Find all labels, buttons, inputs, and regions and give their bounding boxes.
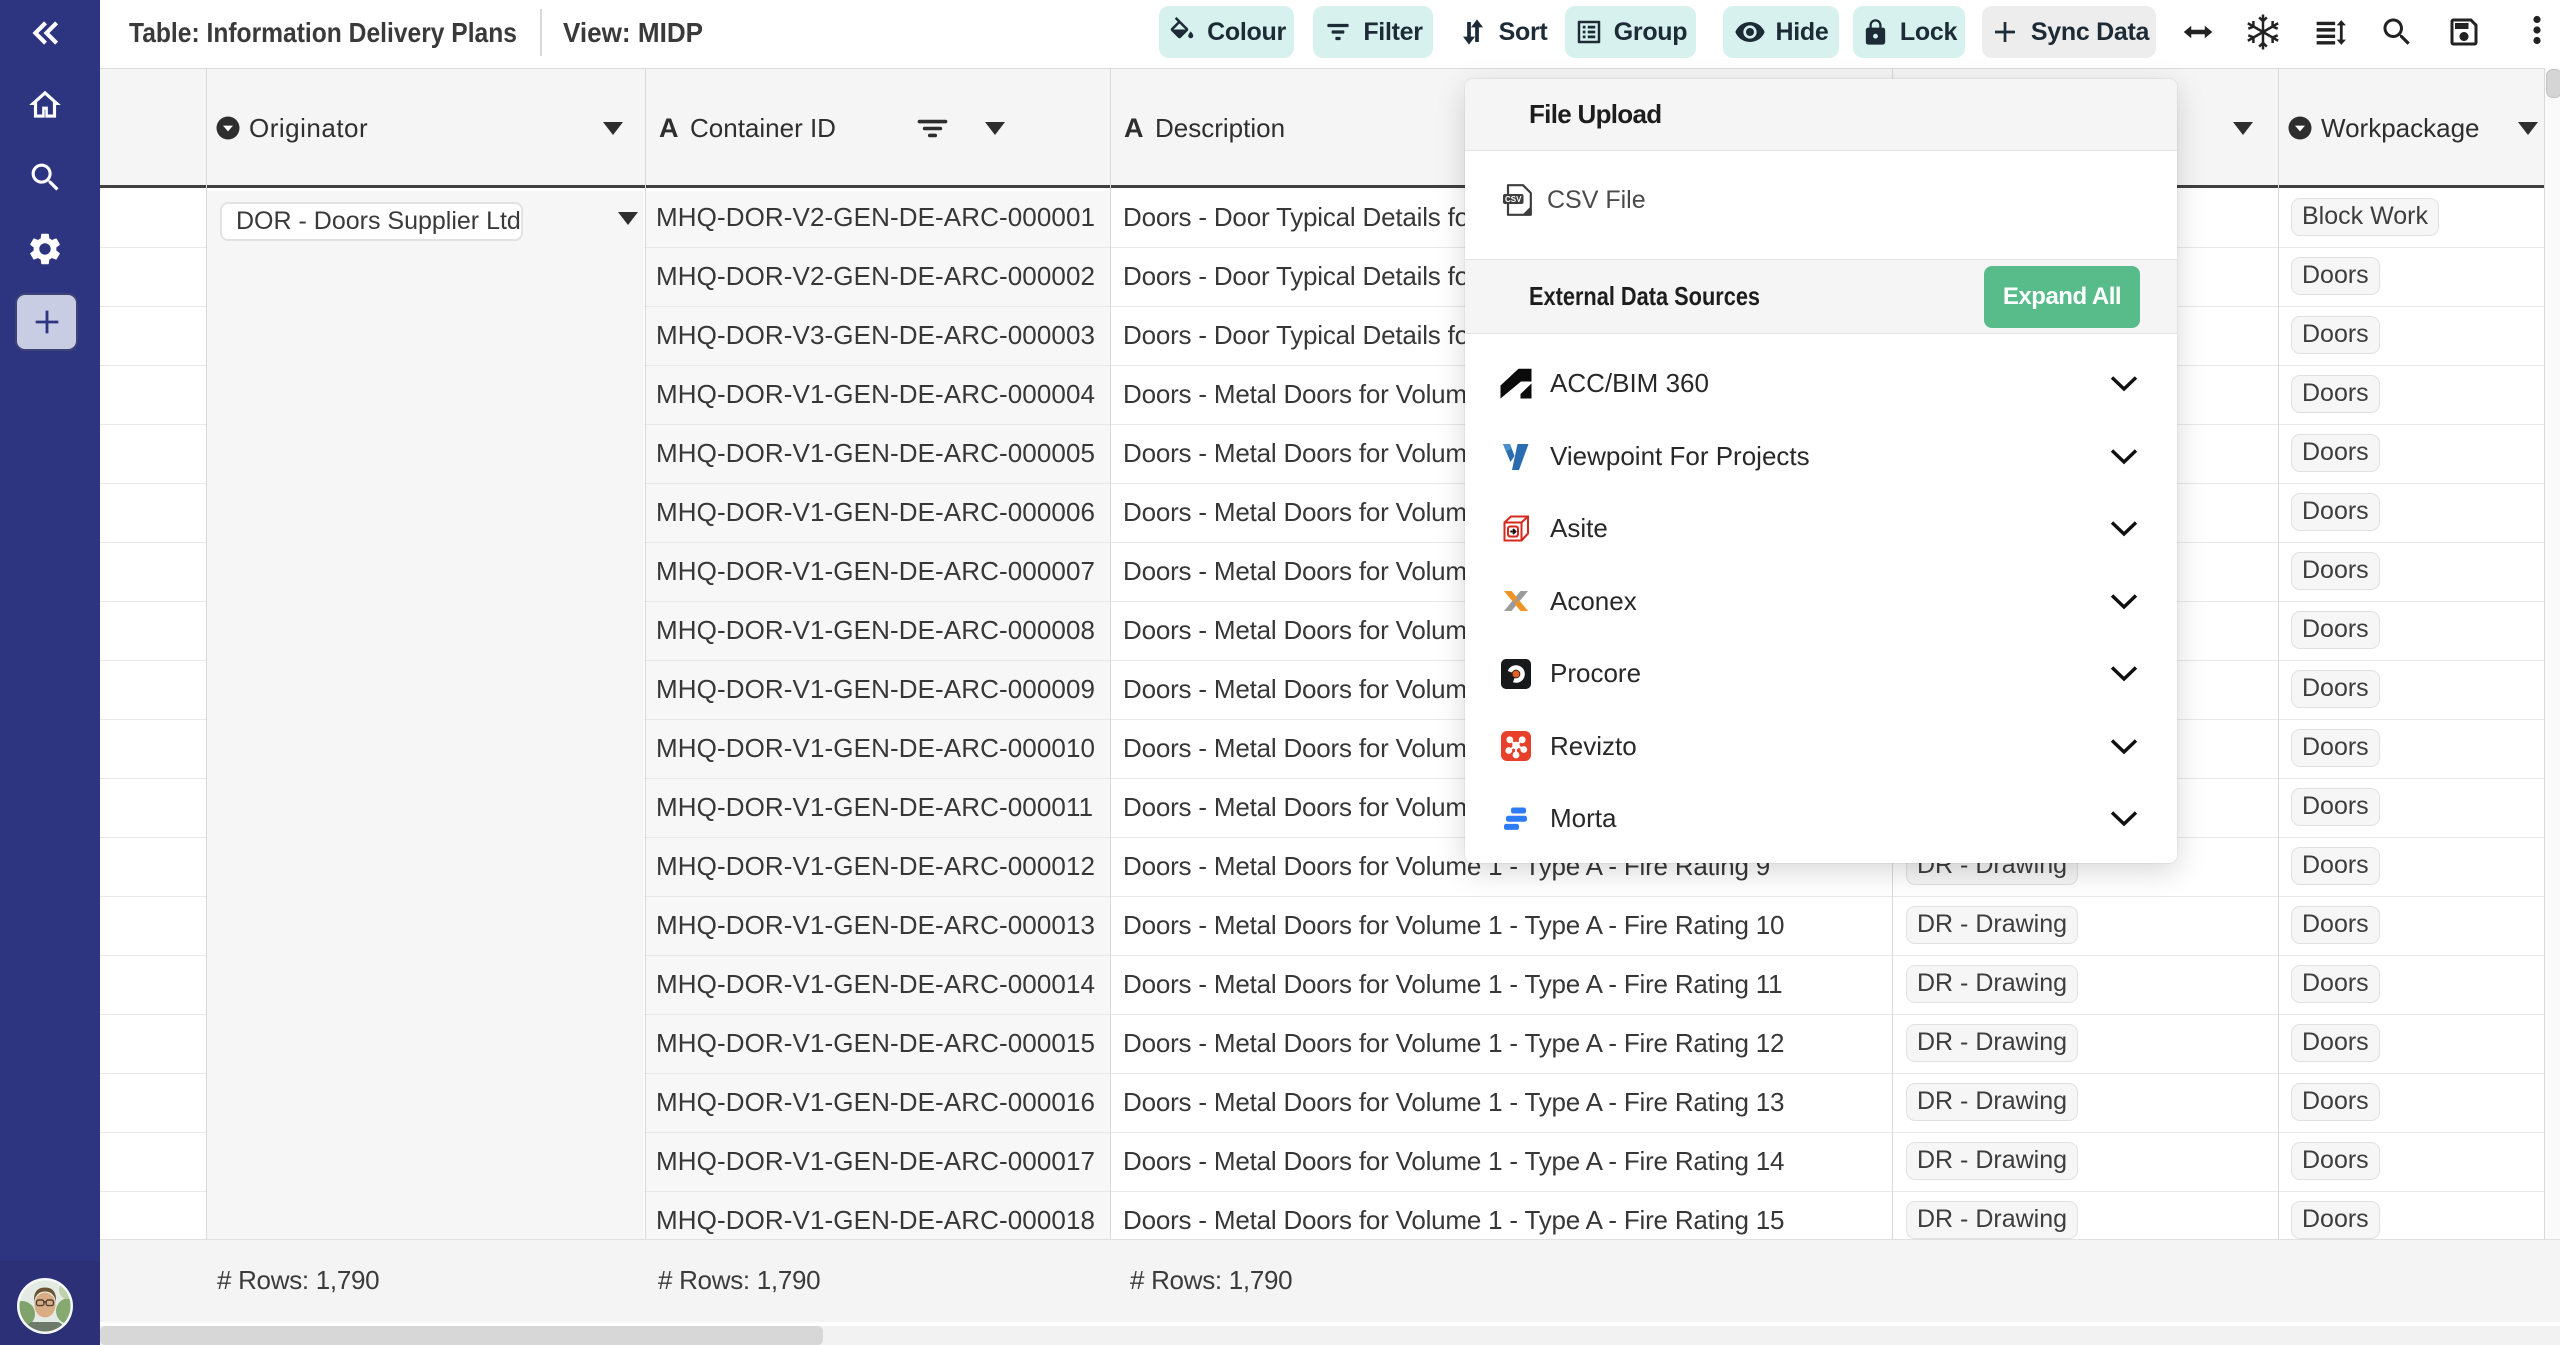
svg-text:CSV: CSV [1505,195,1522,204]
